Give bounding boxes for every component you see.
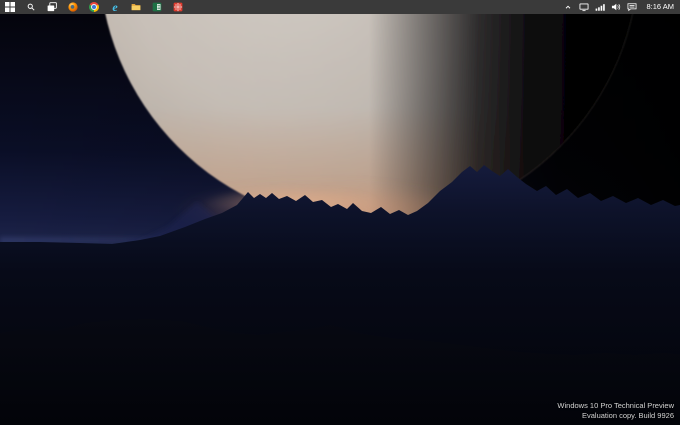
excel-icon — [152, 2, 162, 12]
grid-app-button[interactable] — [173, 2, 183, 12]
show-hidden-icons-button[interactable] — [563, 2, 573, 12]
system-tray: 8:16 AM — [563, 0, 680, 14]
display-tray-button[interactable] — [579, 2, 589, 12]
firefox-icon — [68, 2, 78, 12]
chrome-icon — [89, 2, 99, 12]
volume-icon — [611, 2, 621, 12]
folder-icon — [131, 2, 141, 12]
chrome-button[interactable] — [89, 2, 99, 12]
display-icon — [579, 2, 589, 12]
volume-tray-button[interactable] — [611, 2, 621, 12]
taskbar: e 8:16 AM — [0, 0, 680, 14]
file-explorer-button[interactable] — [131, 2, 141, 12]
search-button[interactable] — [26, 2, 36, 12]
hidden-icons-chevron-icon — [564, 3, 572, 11]
firefox-button[interactable] — [68, 2, 78, 12]
internet-explorer-icon: e — [112, 0, 118, 14]
search-icon — [27, 3, 35, 11]
action-center-button[interactable] — [627, 2, 637, 12]
red-grid-app-icon — [173, 2, 183, 12]
windows-start-icon — [5, 2, 15, 12]
start-button[interactable] — [5, 2, 15, 12]
clock[interactable]: 8:16 AM — [646, 0, 674, 14]
task-view-button[interactable] — [47, 2, 57, 12]
taskbar-app-buttons: e — [0, 0, 183, 14]
desktop-wallpaper[interactable] — [0, 14, 680, 425]
task-view-icon — [47, 2, 57, 12]
internet-explorer-button[interactable]: e — [110, 0, 120, 14]
excel-button[interactable] — [152, 2, 162, 12]
action-center-icon — [627, 2, 637, 12]
network-tray-button[interactable] — [595, 2, 606, 12]
network-signal-icon — [595, 2, 606, 12]
